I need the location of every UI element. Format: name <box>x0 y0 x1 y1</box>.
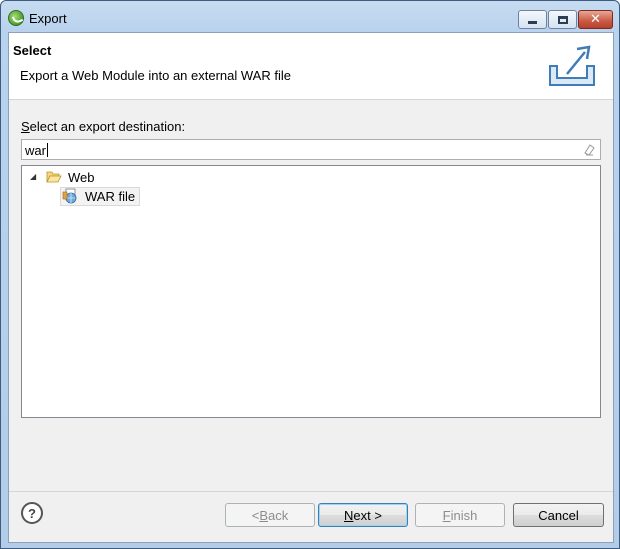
folder-open-icon <box>46 171 62 183</box>
page-title: Select <box>13 43 52 58</box>
export-destination-label: Select an export destination: <box>21 119 185 134</box>
export-banner-icon <box>549 45 595 86</box>
tree-node-war-file[interactable]: WAR file <box>60 186 141 206</box>
filter-text: war <box>25 143 46 158</box>
tree-node-label: Web <box>68 169 95 185</box>
tree-node-web[interactable]: ◢ Web <box>30 168 97 186</box>
clear-filter-icon[interactable] <box>584 143 595 156</box>
next-button-mnemonic: N <box>344 507 354 523</box>
spring-app-icon <box>8 10 24 26</box>
export-wizard-tree[interactable]: ◢ Web WAR file <box>21 165 601 418</box>
export-dialog-window: Export ✕ Select Export a Web Module into… <box>0 0 620 549</box>
filter-input-value: war <box>25 143 48 158</box>
finish-button[interactable]: Finish <box>415 503 505 527</box>
footer-divider <box>9 491 613 492</box>
text-caret <box>46 143 48 157</box>
filter-input[interactable]: war <box>21 139 601 160</box>
window-title: Export <box>29 11 67 26</box>
close-button[interactable]: ✕ <box>578 10 613 29</box>
selected-tree-item[interactable]: WAR file <box>60 186 141 206</box>
title-bar[interactable]: Export ✕ <box>1 1 619 33</box>
destination-label-text: elect an export destination: <box>29 119 186 134</box>
minimize-icon <box>528 20 537 24</box>
maximize-button[interactable] <box>548 10 577 29</box>
destination-label-mnemonic: S <box>21 119 30 134</box>
page-description: Export a Web Module into an external WAR… <box>20 68 291 83</box>
cancel-button[interactable]: Cancel <box>513 503 604 527</box>
dialog-client-area: Select Export a Web Module into an exter… <box>8 32 614 543</box>
next-button[interactable]: Next > <box>318 503 408 527</box>
close-icon: ✕ <box>590 12 601 27</box>
back-button[interactable]: < Back <box>225 503 315 527</box>
expand-toggle-icon[interactable]: ◢ <box>30 172 40 182</box>
next-button-label: ext > <box>353 507 382 523</box>
finish-button-mnemonic: F <box>442 507 451 523</box>
help-icon[interactable]: ? <box>21 502 43 524</box>
finish-button-label: inish <box>450 507 478 523</box>
tree-node-label: WAR file <box>85 188 136 204</box>
back-button-mnemonic: B <box>259 507 269 523</box>
wizard-header: Select Export a Web Module into an exter… <box>9 33 613 100</box>
war-file-icon <box>62 188 77 204</box>
back-button-prefix: < <box>251 507 260 523</box>
maximize-icon <box>557 15 568 24</box>
minimize-button[interactable] <box>518 10 547 29</box>
back-button-label: ack <box>268 507 289 523</box>
